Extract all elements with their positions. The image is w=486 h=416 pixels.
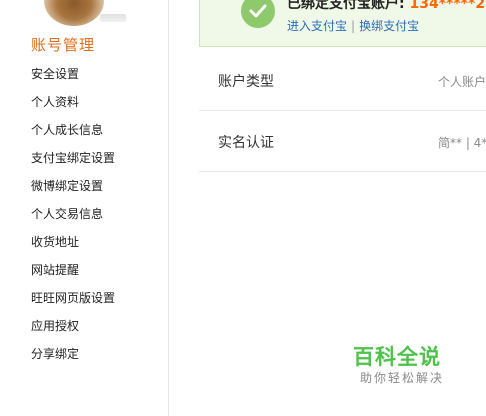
sidebar-item-app-authorization[interactable]: 应用授权 [31,316,115,344]
account-type-row: 账户类型 个人账户 [199,49,486,111]
alipay-bound-title: 已绑定支付宝账户: 134*****2 [287,0,485,13]
change-alipay-link[interactable]: 换绑支付宝 [359,19,419,33]
account-type-value: 个人账户 [438,75,486,89]
sidebar: 账号管理 安全设置 个人资料 个人成长信息 支付宝绑定设置 微博绑定设置 个人交… [0,0,168,416]
account-type-label: 账户类型 [218,74,274,90]
avatar[interactable] [44,0,104,26]
check-icon-glyph [249,4,267,18]
watermark-title: 百科全说 [353,345,441,369]
real-name-row: 实名认证 简** | 4* [199,110,486,172]
watermark-subtitle: 助你轻松解决 [360,371,445,385]
real-name-value: 简** | 4* [438,136,486,150]
avatar-caption [100,14,126,22]
sidebar-item-site-reminders[interactable]: 网站提醒 [31,260,115,288]
sidebar-section-title: 账号管理 [31,36,96,54]
check-icon [241,0,275,28]
sidebar-item-share-binding[interactable]: 分享绑定 [31,344,115,372]
sidebar-divider [168,0,169,416]
page: 账号管理 安全设置 个人资料 个人成长信息 支付宝绑定设置 微博绑定设置 个人交… [0,0,486,416]
sidebar-item-shipping-address[interactable]: 收货地址 [31,232,115,260]
sidebar-item-weibo-binding[interactable]: 微博绑定设置 [31,176,115,204]
enter-alipay-link[interactable]: 进入支付宝 [287,19,347,33]
link-separator: | [351,19,356,33]
sidebar-nav: 安全设置 个人资料 个人成长信息 支付宝绑定设置 微博绑定设置 个人交易信息 收… [31,64,115,372]
sidebar-item-growth-info[interactable]: 个人成长信息 [31,120,115,148]
sidebar-item-profile[interactable]: 个人资料 [31,92,115,120]
alipay-binding-banner: 已绑定支付宝账户: 134*****2 进入支付宝 | 换绑支付宝 [199,0,486,47]
alipay-bound-prefix: 已绑定支付宝账户: [287,0,405,12]
real-name-label: 实名认证 [218,135,274,151]
main-content: 已绑定支付宝账户: 134*****2 进入支付宝 | 换绑支付宝 账户类型 个人账… [199,0,486,416]
sidebar-item-wangwang-web[interactable]: 旺旺网页版设置 [31,288,115,316]
sidebar-item-alipay-binding[interactable]: 支付宝绑定设置 [31,148,115,176]
alipay-links: 进入支付宝 | 换绑支付宝 [287,17,419,34]
sidebar-item-trade-info[interactable]: 个人交易信息 [31,204,115,232]
alipay-account-number: 134*****2 [409,0,486,12]
sidebar-item-security[interactable]: 安全设置 [31,64,115,92]
